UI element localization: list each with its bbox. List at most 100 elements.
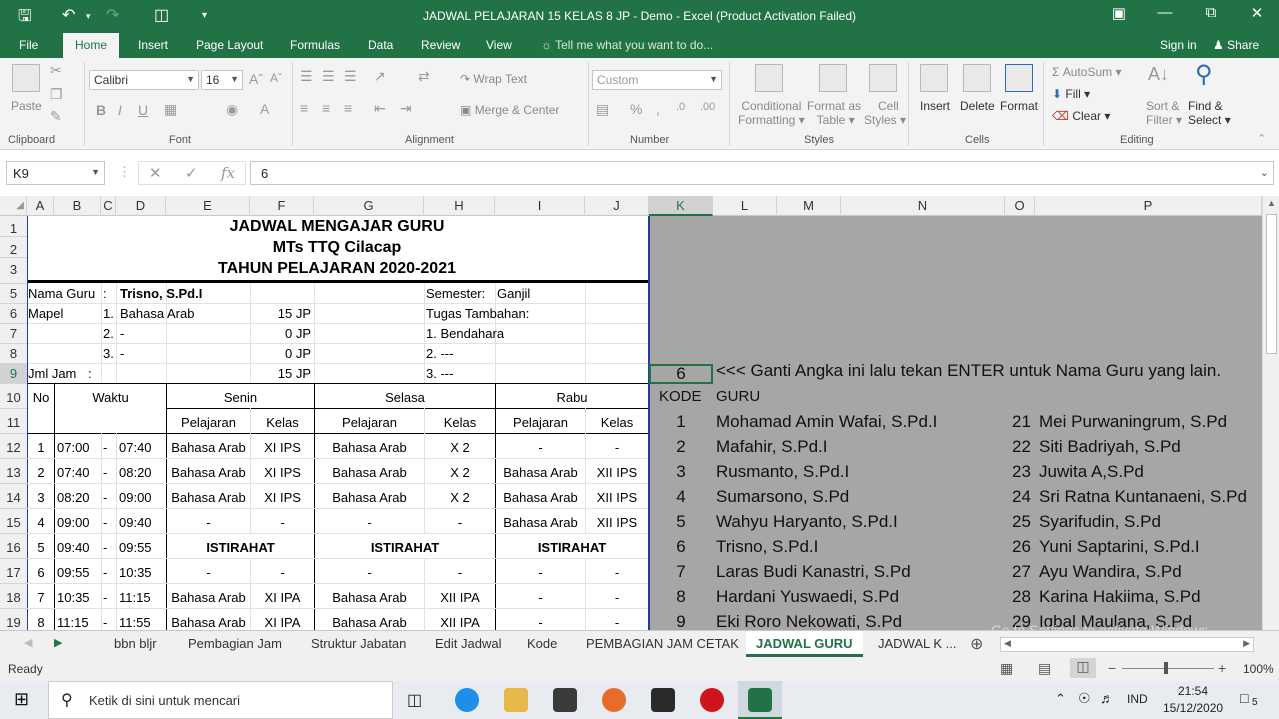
volume-icon[interactable]: ♬ [1100,690,1114,706]
show-hidden-icons[interactable]: ⌃ [1055,691,1066,707]
expand-formula-icon[interactable]: ⌄ [1260,166,1269,179]
paste-icon[interactable] [12,64,40,92]
fill-color-icon[interactable]: ◉ [226,101,238,118]
tell-me-box[interactable]: ☼ Tell me what you want to do... [541,38,713,52]
cut-icon[interactable]: ✂ [50,62,62,79]
sheet-tab[interactable]: Struktur Jabatan [311,636,406,651]
zoom-slider-thumb[interactable] [1164,662,1168,674]
percent-icon[interactable]: % [630,101,642,117]
row-header[interactable]: 11 [0,409,27,434]
tab-page-layout[interactable]: Page Layout [196,38,263,52]
row-header[interactable]: 3 [0,258,27,284]
zoom-in-icon[interactable]: + [1218,660,1226,676]
row-header[interactable]: 2 [0,237,27,258]
scroll-tabs-left-icon[interactable]: ◀ [24,636,32,649]
confirm-entry-icon[interactable]: ✓ [185,164,198,182]
clock-time[interactable]: 21:54 [1178,684,1208,698]
increase-decimal-icon[interactable]: .0 [676,101,685,113]
tab-file[interactable]: File [19,38,38,52]
vertical-scrollbar[interactable]: ▲ [1262,196,1279,630]
conditional-formatting-button[interactable]: Conditional Formatting ▾ [738,99,805,127]
row-header[interactable]: 5 [0,284,27,304]
wrap-text-button[interactable]: ↷ Wrap Text [460,72,527,86]
text-direction-icon[interactable]: ⇄ [418,68,430,85]
add-sheet-icon[interactable]: ⊕ [970,634,983,654]
align-middle-icon[interactable]: ☰ [322,68,335,85]
network-icon[interactable]: ☉ [1078,690,1091,707]
col-header-e[interactable]: E [166,196,250,216]
row-header[interactable]: 6 [0,304,27,324]
page-layout-view-icon[interactable]: ▤ [1038,660,1051,677]
formula-input[interactable]: 6 ⌄ [250,161,1274,185]
language-indicator[interactable]: IND [1127,692,1148,706]
sheet-tab[interactable]: Kode [527,636,557,651]
accounting-format-icon[interactable]: ▤ [596,101,609,118]
align-center-icon[interactable]: ≡ [322,100,330,116]
tab-insert[interactable]: Insert [138,38,168,52]
format-painter-icon[interactable]: ✎ [50,108,62,125]
row-header[interactable]: 19 [0,609,27,630]
col-header-f[interactable]: F [250,196,314,216]
tab-data[interactable]: Data [368,38,393,52]
orientation-icon[interactable]: ↗ [374,68,386,85]
align-right-icon[interactable]: ≡ [344,100,352,116]
name-box[interactable]: K9 ▼ [6,161,105,185]
col-header-o[interactable]: O [1005,196,1035,216]
col-header-n[interactable]: N [841,196,1005,216]
clock-date[interactable]: 15/12/2020 [1163,701,1223,715]
ribbon-display-icon[interactable]: ▣ [1104,4,1134,22]
row-header[interactable]: 16 [0,534,27,559]
sheet-tab[interactable]: JADWAL K ... [878,636,957,651]
col-header-l[interactable]: L [713,196,777,216]
row-header[interactable]: 18 [0,584,27,609]
sheet-tab[interactable]: Pembagian Jam [188,636,282,651]
row-header-selected[interactable]: 9 [0,364,27,384]
row-header[interactable]: 1 [0,216,27,237]
find-select-button[interactable]: Find & Select ▾ [1188,99,1231,127]
col-header-d[interactable]: D [116,196,166,216]
copy-icon[interactable]: ❐ [50,86,63,103]
sheet-tab[interactable]: PEMBAGIAN JAM CETAK [586,636,739,651]
cancel-entry-icon[interactable]: ✕ [149,164,162,182]
collapse-ribbon-icon[interactable]: ⌃ [1257,132,1266,145]
edge-icon[interactable] [455,688,479,712]
col-header-k[interactable]: K [649,196,713,216]
row-header[interactable]: 17 [0,559,27,584]
underline-icon[interactable]: U [138,102,148,118]
col-header-b[interactable]: B [54,196,101,216]
sign-in-link[interactable]: Sign in [1160,38,1197,52]
close-icon[interactable]: ✕ [1242,4,1272,22]
tab-review[interactable]: Review [421,38,460,52]
font-color-icon[interactable]: A [260,101,269,117]
notification-icon[interactable]: □ [1240,690,1248,706]
col-header-j[interactable]: J [585,196,649,216]
file-explorer-icon[interactable] [504,688,528,712]
task-view-icon[interactable]: ◫ [407,690,422,710]
font-size-combo[interactable]: 16 ▼ [201,70,243,90]
tab-formulas[interactable]: Formulas [290,38,340,52]
sheet-tab[interactable]: bbn bljr [114,636,157,651]
windows-start-icon[interactable]: ⊞ [14,689,29,710]
row-header[interactable]: 15 [0,509,27,534]
col-header-g[interactable]: G [314,196,424,216]
sheet-tab[interactable]: Edit Jadwal [435,636,501,651]
sort-filter-button[interactable]: Sort & Filter ▾ [1146,99,1182,127]
store-icon[interactable] [553,688,577,712]
format-as-table-button[interactable]: Format as Table ▾ [807,99,861,127]
scroll-up-icon[interactable]: ▲ [1267,198,1276,208]
select-all-corner[interactable]: ◢ [0,196,27,216]
paste-button[interactable]: Paste [11,99,42,113]
scroll-left-icon[interactable]: ◀ [1004,638,1011,649]
firefox-icon[interactable] [602,688,626,712]
tab-view[interactable]: View [486,38,512,52]
opera-icon[interactable] [700,688,724,712]
app-icon[interactable] [651,688,675,712]
italic-icon[interactable]: I [118,102,122,118]
cell-styles-button[interactable]: Cell Styles ▾ [864,99,906,127]
decrease-decimal-icon[interactable]: .00 [700,101,715,113]
restore-icon[interactable]: ⧉ [1196,4,1226,21]
sheet-tab-active[interactable]: JADWAL GURU [746,631,863,657]
page-break-preview-icon[interactable]: ◫ [1070,658,1096,678]
col-header-p[interactable]: P [1035,196,1262,216]
format-cells-button[interactable]: Format [1000,99,1038,113]
